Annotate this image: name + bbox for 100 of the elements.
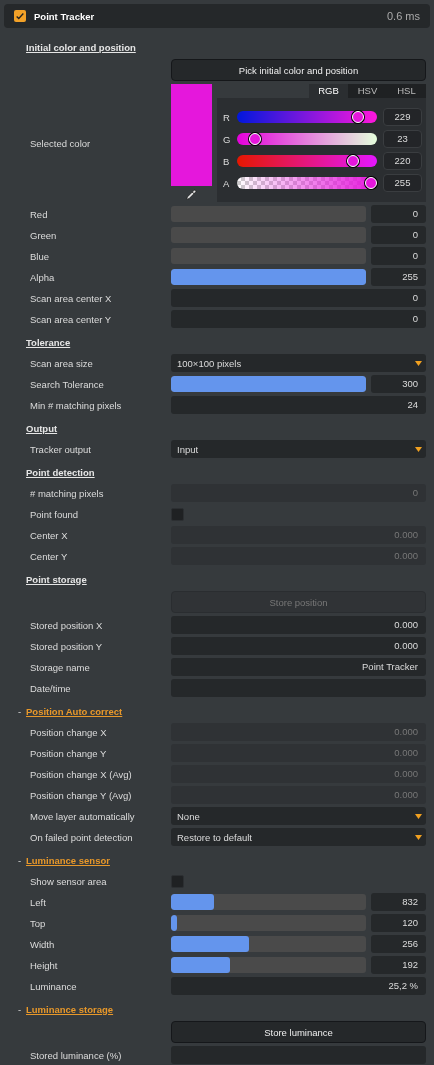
value-field[interactable]: 832 [371,893,426,911]
field-label: Center Y [29,550,69,562]
value-field[interactable]: 0 [371,247,426,265]
channel-slider[interactable] [237,132,377,146]
field-label: Blue [29,250,50,262]
field-label: Red [29,208,49,220]
value-field[interactable]: 192 [371,956,426,974]
checkbox[interactable] [171,874,184,888]
value-field[interactable]: 0 [371,226,426,244]
slider[interactable] [171,894,366,910]
slider-thumb[interactable] [365,177,377,189]
dropdown[interactable]: 100×100 pixels [171,354,426,372]
section-title[interactable]: Luminance storage [26,1003,114,1015]
value-field[interactable]: 0.000 [171,637,426,655]
channel-value[interactable]: 229 [383,108,422,126]
action-button[interactable]: Pick initial color and position [171,59,426,81]
field-label: Position change X [29,726,108,738]
field-label: Stored position X [29,619,104,631]
color-mode-tab[interactable]: HSL [387,84,426,98]
field-label: Min # matching pixels [29,399,123,411]
slider[interactable] [171,269,366,285]
eyedropper-icon[interactable] [185,188,198,201]
channel-slider[interactable] [237,154,377,168]
field-label: Width [29,938,56,950]
value-field[interactable]: 0 [171,289,426,307]
field-label: Scan area size [29,357,94,369]
field-label: Selected color [29,137,92,149]
value-field[interactable]: Point Tracker [171,658,426,676]
collapse-toggle[interactable]: - [18,705,22,717]
timing-text: 0.6 ms [387,10,420,22]
action-button[interactable]: Store luminance [171,1021,426,1043]
field-label: Storage name [29,661,91,673]
slider-thumb[interactable] [248,133,261,145]
field-label: On failed point detection [29,831,134,843]
field-label: Show sensor area [29,875,108,887]
slider[interactable] [171,376,366,392]
dropdown[interactable]: Restore to default [171,828,426,846]
field-label: Left [29,896,47,908]
collapse-toggle[interactable]: - [18,1003,22,1015]
field-label: Move layer automatically [29,810,136,822]
field-label: # matching pixels [29,487,105,499]
color-mode-tab[interactable]: RGB [309,84,348,98]
field-label: Green [29,229,58,241]
section-title: Point detection [26,466,95,478]
field-label: Position change X (Avg) [29,768,133,780]
slider[interactable] [171,915,366,931]
field-label: Center X [29,529,69,541]
channel-value[interactable]: 220 [383,152,422,170]
channel-label: A [223,177,231,189]
field-label: Scan area center Y [29,313,113,325]
field-label: Stored luminance (%) [29,1049,123,1061]
field-label: Tracker output [29,443,92,455]
section-title: Point storage [26,573,87,585]
field-label: Date/time [29,682,72,694]
value-field[interactable]: 24 [171,396,426,414]
slider[interactable] [171,936,366,952]
value-field[interactable]: 256 [371,935,426,953]
checkbox[interactable] [171,507,184,521]
field-label: Top [29,917,47,929]
caret-icon [415,813,422,819]
section-title: Output [26,422,58,434]
section-title: Tolerance [26,336,71,348]
enable-checkbox[interactable] [14,10,26,22]
channel-value[interactable]: 255 [383,174,422,192]
dropdown[interactable]: Input [171,440,426,458]
field-label: Stored position Y [29,640,104,652]
field-label: Position change Y (Avg) [29,789,133,801]
value-field[interactable]: 0.000 [171,616,426,634]
channel-label: G [223,133,231,145]
value-field[interactable]: 120 [371,914,426,932]
field-label: Point found [29,508,80,520]
value-field[interactable]: 300 [371,375,426,393]
field-label: Scan area center X [29,292,113,304]
slider[interactable] [171,957,366,973]
channel-value[interactable]: 23 [383,130,422,148]
section-title: Initial color and position [26,41,136,53]
channel-slider[interactable] [237,176,377,190]
panel-title: Point Tracker [34,10,95,22]
value-field[interactable]: 0 [171,310,426,328]
section-title[interactable]: Luminance sensor [26,854,110,866]
caret-icon [415,360,422,366]
channel-slider[interactable] [237,110,377,124]
value-field[interactable]: 255 [371,268,426,286]
section-title[interactable]: Position Auto correct [26,705,123,717]
field-label: Position change Y [29,747,108,759]
field-label: Search Tolerance [29,378,105,390]
field-label: Height [29,959,59,971]
caret-icon [415,834,422,840]
slider-thumb[interactable] [347,155,360,167]
value-field[interactable]: 0 [371,205,426,223]
field-label: Luminance [29,980,78,992]
slider-thumb[interactable] [351,111,364,123]
value-field[interactable]: 25,2 % [171,977,426,995]
color-swatch[interactable] [171,84,212,186]
collapse-toggle[interactable]: - [18,854,22,866]
dropdown[interactable]: None [171,807,426,825]
channel-label: B [223,155,231,167]
channel-label: R [223,111,231,123]
color-mode-tab[interactable]: HSV [348,84,387,98]
field-label: Alpha [29,271,56,283]
